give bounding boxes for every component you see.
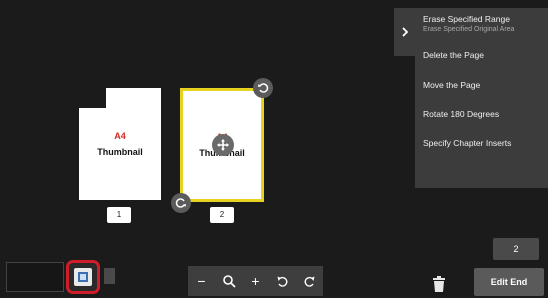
menu-item-sublabel: Erase Specified Original Area [423,26,515,33]
rotate-handle-bottom[interactable] [171,193,191,213]
zoom-toolbar: − + [188,266,323,296]
redo-icon [304,276,315,287]
inactive-view-icon [104,268,115,284]
menu-item-rotate-180[interactable]: Rotate 180 Degrees [423,109,540,119]
page-size-label: A4 [114,131,126,141]
chevron-right-icon [401,27,408,37]
redo-button[interactable] [299,270,321,292]
zoom-button[interactable] [218,270,240,292]
page-edit-menu: Erase Specified Range Erase Specified Or… [415,8,548,188]
magnifier-icon [222,275,236,288]
zoom-out-button[interactable]: − [191,270,213,292]
rotate-handle-top[interactable] [253,78,273,98]
page-view-mode-button[interactable] [66,260,100,294]
preview-canvas: A4 Thumbnail 1 A4 Thumbnail 2 Er [0,0,548,298]
page-corner-notch [79,88,106,108]
undo-button[interactable] [272,270,294,292]
page-number-1: 1 [107,207,131,223]
menu-item-erase-range[interactable]: Erase Specified Range Erase Specified Or… [423,14,540,33]
move-handle[interactable] [212,134,234,156]
page-thumbnail-label: Thumbnail [97,147,143,157]
zoom-in-button[interactable]: + [245,270,267,292]
rotate-icon [258,83,269,93]
page-number-2: 2 [210,207,234,223]
menu-item-chapter-inserts[interactable]: Specify Chapter Inserts [423,138,540,148]
trash-icon[interactable] [432,276,446,297]
edit-end-button[interactable]: Edit End [474,268,544,296]
undo-icon [277,276,288,287]
page-view-icon [74,268,92,286]
menu-empty-area [423,160,548,188]
menu-item-delete-page[interactable]: Delete the Page [423,50,540,60]
move-icon [217,139,229,151]
bottom-left-panel [6,262,64,292]
rotate-icon [175,198,186,208]
menu-item-label: Erase Specified Range [423,14,510,24]
menu-item-move-page[interactable]: Move the Page [423,80,540,90]
menu-toggle-button[interactable] [394,8,415,56]
page-count-box: 2 [493,238,539,260]
